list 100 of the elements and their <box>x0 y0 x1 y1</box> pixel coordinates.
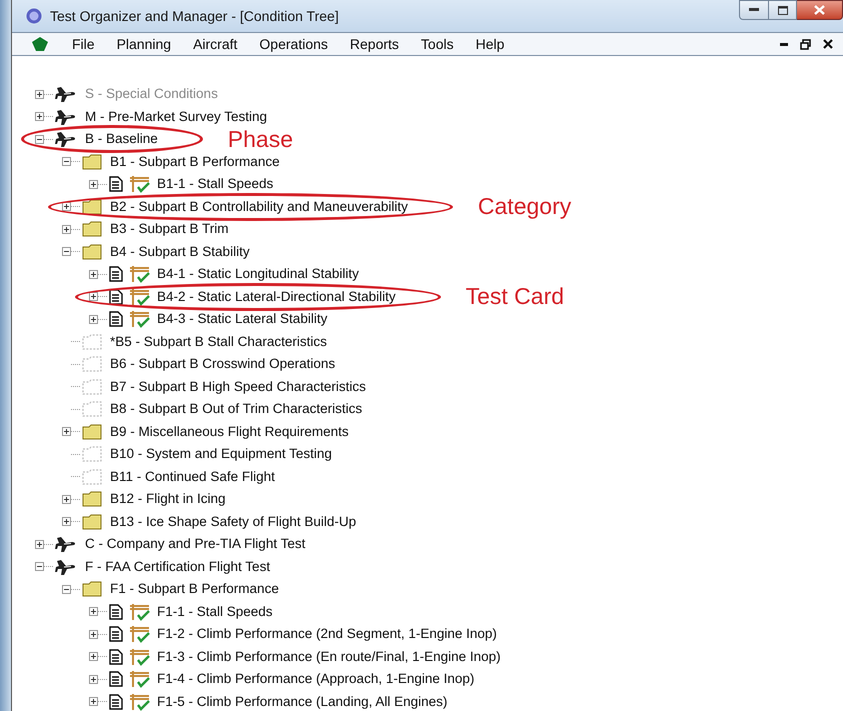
airplane-icon <box>55 130 77 148</box>
menu-item[interactable]: Help <box>468 34 512 54</box>
tree-item[interactable]: B1 - Subpart B Performance <box>110 152 280 172</box>
expand-icon[interactable] <box>89 697 98 706</box>
checklist-icon <box>129 310 151 328</box>
airplane-icon <box>55 558 77 576</box>
document-icon <box>109 288 123 305</box>
folder-icon <box>82 221 102 238</box>
menu-item[interactable]: Tools <box>412 34 462 54</box>
checklist-icon <box>129 175 151 194</box>
tree-item[interactable]: F - FAA Certification Flight Test <box>85 556 270 577</box>
expand-icon[interactable] <box>89 270 98 279</box>
folder-icon <box>82 491 102 508</box>
document-icon <box>109 671 123 688</box>
document-icon <box>109 176 123 192</box>
expand-icon[interactable] <box>62 427 71 436</box>
menu-item[interactable]: Reports <box>342 34 407 54</box>
airplane-icon <box>55 85 77 104</box>
menu-item[interactable]: File <box>64 34 103 54</box>
tree-item[interactable]: B4-3 - Static Lateral Stability <box>157 309 328 330</box>
document-icon <box>109 626 123 642</box>
expand-icon[interactable] <box>62 517 71 526</box>
expand-icon[interactable] <box>89 292 98 302</box>
folder-outline-icon <box>82 401 102 418</box>
folder-outline-icon <box>82 356 102 372</box>
menu-item[interactable]: Planning <box>108 34 180 54</box>
expand-icon[interactable] <box>89 314 98 324</box>
folder-outline-icon <box>82 378 102 395</box>
tree-item[interactable]: B12 - Flight in Icing <box>110 489 226 510</box>
tree-item[interactable]: C - Company and Pre-TIA Flight Test <box>85 534 306 554</box>
tree-item[interactable]: B11 - Continued Safe Flight <box>110 466 275 487</box>
tree-item[interactable]: F1 - Subpart B Performance <box>110 579 279 600</box>
tree-item[interactable]: B13 - Ice Shape Safety of Flight Build-Up <box>110 512 356 532</box>
tree-item[interactable]: B7 - Subpart B High Speed Characteristics <box>110 376 366 397</box>
folder-icon <box>82 198 102 215</box>
tree-item[interactable]: B9 - Miscellaneous Flight Requirements <box>110 422 349 442</box>
tree-item[interactable]: B2 - Subpart B Controllability and Maneuverability <box>110 196 408 217</box>
checklist-icon <box>129 288 151 306</box>
tree-item[interactable]: B3 - Subpart B Trim <box>110 219 229 240</box>
checklist-icon <box>129 625 151 644</box>
collapse-icon[interactable] <box>35 562 44 572</box>
close-button[interactable] <box>797 0 843 20</box>
menu-item[interactable]: Aircraft <box>185 34 246 54</box>
minimize-icon <box>749 8 759 12</box>
checklist-icon <box>129 692 151 711</box>
callout-label: Test Card <box>466 285 564 308</box>
tree-item[interactable]: *B5 - Subpart B Stall Characteristics <box>110 332 327 352</box>
folder-icon <box>82 154 102 170</box>
folder-icon <box>82 244 102 260</box>
airplane-icon <box>55 535 77 554</box>
tree-item[interactable]: B4-2 - Static Lateral-Directional Stability <box>157 286 396 307</box>
collapse-icon[interactable] <box>62 157 71 166</box>
tree-item[interactable]: B - Baseline <box>85 129 158 150</box>
tree-item[interactable]: B4 - Subpart B Stability <box>110 242 250 262</box>
tree-item[interactable]: B1-1 - Stall Speeds <box>157 174 274 194</box>
tree-item[interactable]: B4-1 - Static Longitudinal Stability <box>157 264 359 284</box>
collapse-icon[interactable] <box>35 134 44 144</box>
minimize-button[interactable] <box>739 0 769 20</box>
tree-item[interactable]: B8 - Subpart B Out of Trim Characteristics <box>110 399 362 420</box>
expand-icon[interactable] <box>89 180 98 189</box>
tree-item[interactable]: F1-5 - Climb Performance (Landing, All Engines) <box>157 692 448 711</box>
tree-item[interactable]: B10 - System and Equipment Testing <box>110 444 332 464</box>
expand-icon[interactable] <box>62 494 71 504</box>
collapse-icon[interactable] <box>62 247 71 256</box>
document-icon <box>109 604 123 620</box>
document-icon <box>109 694 123 710</box>
expand-icon[interactable] <box>35 112 44 122</box>
tree-item[interactable]: F1-3 - Climb Performance (En route/Final, 1-Engine Inop) <box>157 646 501 667</box>
restore-icon[interactable] <box>800 38 811 50</box>
minimize-icon[interactable] <box>780 42 788 46</box>
folder-outline-icon <box>82 468 102 485</box>
folder-outline-icon <box>82 334 102 350</box>
tree-item[interactable]: B6 - Subpart B Crosswind Operations <box>110 354 336 374</box>
expand-icon[interactable] <box>62 202 71 212</box>
airplane-icon <box>55 108 77 126</box>
folder-icon <box>82 581 102 598</box>
window-title: Test Organizer and Manager - [Condition Tree] <box>50 6 339 26</box>
folder-outline-icon <box>82 446 102 462</box>
tree-item[interactable]: F1-4 - Climb Performance (Approach, 1-Engine Inop) <box>157 669 474 690</box>
maximize-button[interactable] <box>769 0 797 20</box>
app-icon <box>26 8 42 24</box>
callout-label: Phase <box>228 128 294 151</box>
checklist-icon <box>129 670 151 688</box>
expand-icon[interactable] <box>89 607 98 616</box>
document-icon <box>109 648 123 665</box>
expand-icon[interactable] <box>89 652 98 662</box>
expand-icon[interactable] <box>89 630 98 639</box>
folder-icon <box>82 514 102 530</box>
close-icon[interactable] <box>823 39 833 49</box>
expand-icon[interactable] <box>89 674 98 684</box>
tree-item[interactable]: F1-1 - Stall Speeds <box>157 602 273 622</box>
expand-icon[interactable] <box>35 540 44 549</box>
checklist-icon <box>129 602 151 621</box>
document-icon <box>109 311 123 328</box>
tree-item[interactable]: F1-2 - Climb Performance (2nd Segment, 1-Engine Inop) <box>157 624 497 644</box>
tree-item[interactable]: M - Pre-Market Survey Testing <box>85 106 268 127</box>
expand-icon[interactable] <box>62 224 71 234</box>
collapse-icon[interactable] <box>62 584 71 594</box>
menu-item[interactable]: Operations <box>251 34 336 54</box>
checklist-icon <box>129 648 151 666</box>
